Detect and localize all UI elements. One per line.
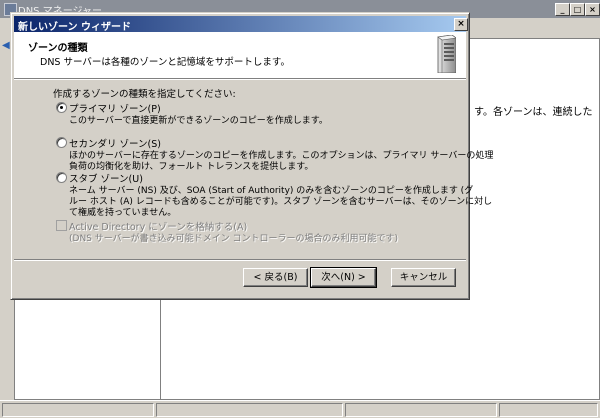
status-bar-segment (2, 403, 154, 417)
store-in-ad-checkbox[interactable] (56, 220, 67, 231)
new-zone-wizard-dialog: 新しいゾーン ウィザード × ゾーンの種類 DNS サーバーは各種のゾーンと記憶… (10, 12, 493, 300)
dialog-titlebar[interactable]: 新しいゾーン ウィザード × (14, 16, 468, 33)
primary-zone-desc: このサーバーで直接更新ができるゾーンのコピーを作成します。 (69, 116, 328, 126)
status-bar-segment (156, 403, 343, 417)
minimize-button[interactable]: _ (555, 3, 570, 16)
button-separator (14, 259, 466, 261)
close-button[interactable]: × (585, 3, 600, 16)
wizard-header: ゾーンの種類 DNS サーバーは各種のゾーンと記憶域をサポートします。 (14, 32, 466, 79)
status-bar (0, 400, 600, 418)
status-bar-segment (499, 403, 598, 417)
zone-type-prompt: 作成するゾーンの種類を指定してください: (53, 89, 236, 100)
stub-zone-radio[interactable] (56, 172, 67, 183)
dialog-title: 新しいゾーン ウィザード (18, 22, 131, 33)
header-separator (14, 79, 466, 80)
cancel-button[interactable]: キャンセル (391, 268, 456, 287)
details-pane-text: す。各ゾーンは、連続した (474, 107, 593, 118)
header-subtitle: DNS サーバーは各種のゾーンと記憶域をサポートします。 (40, 57, 290, 68)
store-in-ad-note: (DNS サーバーが書き込み可能ドメイン コントローラーの場合のみ利用可能です) (69, 234, 399, 244)
dialog-close-button[interactable]: × (454, 18, 468, 31)
stub-zone-desc: て権威を持っていません。 (69, 208, 177, 218)
server-icon (437, 35, 456, 73)
back-button[interactable]: < 戻る(B) (243, 268, 308, 287)
secondary-zone-radio[interactable] (56, 137, 67, 148)
next-button[interactable]: 次へ(N) > (310, 267, 377, 288)
primary-zone-radio[interactable] (56, 102, 67, 113)
header-title: ゾーンの種類 (28, 43, 88, 54)
maximize-button[interactable]: □ (570, 3, 585, 16)
status-bar-segment (345, 403, 497, 417)
